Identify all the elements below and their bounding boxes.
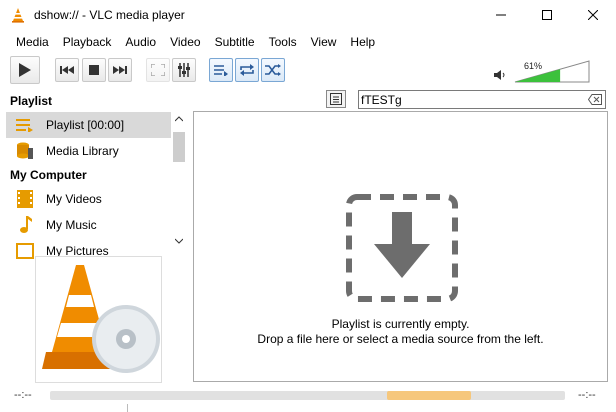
chevron-down-icon[interactable]: [175, 238, 183, 244]
drop-arrow-icon: [346, 194, 458, 302]
bottom-strip: [0, 404, 616, 412]
media-library-icon: [14, 141, 36, 161]
random-button[interactable]: [261, 58, 285, 82]
sidebar-item-label: My Music: [46, 218, 97, 232]
album-art: [35, 256, 162, 383]
menu-audio[interactable]: Audio: [118, 31, 163, 53]
chevron-up-icon[interactable]: [175, 116, 183, 122]
speaker-icon[interactable]: [494, 70, 506, 80]
sidebar-item-label: Playlist [00:00]: [46, 118, 125, 132]
list-view-icon: [330, 93, 342, 105]
minimize-icon: [496, 14, 506, 16]
playlist-toggle-button[interactable]: [209, 58, 233, 82]
title-bar: dshow:// - VLC media player: [0, 0, 616, 30]
extended-settings-icon: [178, 63, 190, 77]
sidebar-item-my-videos[interactable]: My Videos: [6, 186, 171, 212]
menu-playback[interactable]: Playback: [56, 31, 119, 53]
empty-hint: Drop a file here or select a media sourc…: [257, 332, 544, 346]
maximize-button[interactable]: [524, 0, 570, 30]
menu-bar: Media Playback Audio Video Subtitle Tool…: [0, 31, 616, 53]
play-button[interactable]: [10, 56, 40, 84]
window-title: dshow:// - VLC media player: [34, 8, 185, 22]
playlist-icon: [14, 115, 36, 135]
extended-settings-button[interactable]: [172, 58, 196, 82]
menu-media[interactable]: Media: [9, 31, 56, 53]
total-time[interactable]: --:--: [578, 389, 596, 401]
loop-icon: [240, 64, 254, 76]
picture-icon: [14, 241, 36, 261]
volume-percent: 61%: [524, 61, 543, 71]
playlist-view-button[interactable]: [326, 90, 346, 108]
previous-icon: [60, 66, 74, 74]
vlc-cone-icon: [12, 8, 24, 23]
stop-button[interactable]: [82, 58, 106, 82]
close-button[interactable]: [570, 0, 616, 30]
status-bar: --:-- --:--: [0, 386, 616, 404]
seek-bar[interactable]: [50, 391, 565, 400]
sidebar-item-my-music[interactable]: My Music: [6, 212, 171, 238]
sidebar-item-playlist[interactable]: Playlist [00:00]: [6, 112, 171, 138]
next-icon: [113, 66, 127, 74]
previous-button[interactable]: [55, 58, 79, 82]
playlist-heading: Playlist: [10, 94, 53, 108]
playlist-toggle-icon: [214, 65, 228, 76]
vlc-cone-disc-icon: [42, 265, 160, 373]
sidebar-item-label: My Videos: [46, 192, 102, 206]
divider: [127, 404, 128, 412]
search-box[interactable]: [358, 90, 606, 109]
fullscreen-icon: [151, 64, 165, 76]
seek-handle[interactable]: [387, 391, 471, 400]
search-input[interactable]: [361, 92, 581, 107]
sidebar-item-label: Media Library: [46, 144, 119, 158]
next-button[interactable]: [108, 58, 132, 82]
stop-icon: [89, 65, 99, 75]
film-icon: [14, 189, 36, 209]
menu-tools[interactable]: Tools: [262, 31, 304, 53]
my-computer-heading: My Computer: [10, 168, 87, 182]
loop-button[interactable]: [235, 58, 259, 82]
sidebar-item-media-library[interactable]: Media Library: [6, 138, 171, 164]
clear-search-icon[interactable]: [588, 94, 602, 105]
close-icon: [588, 10, 598, 20]
minimize-button[interactable]: [478, 0, 524, 30]
playlist-drop-area[interactable]: Playlist is currently empty. Drop a file…: [193, 111, 608, 382]
menu-view[interactable]: View: [304, 31, 344, 53]
play-icon: [19, 63, 31, 77]
elapsed-time[interactable]: --:--: [14, 389, 32, 401]
fullscreen-button[interactable]: [146, 58, 170, 82]
maximize-icon: [542, 10, 552, 20]
sidebar-scrollbar[interactable]: [172, 110, 186, 250]
menu-subtitle[interactable]: Subtitle: [208, 31, 262, 53]
menu-video[interactable]: Video: [163, 31, 207, 53]
menu-help[interactable]: Help: [343, 31, 382, 53]
empty-message: Playlist is currently empty.: [331, 317, 470, 331]
scroll-thumb[interactable]: [173, 132, 185, 162]
random-icon: [265, 64, 281, 76]
music-note-icon: [14, 215, 36, 235]
